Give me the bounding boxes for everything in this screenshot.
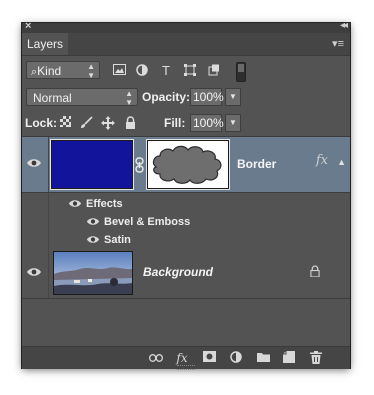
background-thumbnail[interactable] xyxy=(53,251,133,295)
link-icon[interactable] xyxy=(135,157,145,173)
layers-panel: × ◂◂ Layers ▾≡ ⌕Kind ▲ ▼ T Normal ▲ ▼ Op… xyxy=(22,20,350,370)
blend-row: Normal ▲ ▼ Opacity: 100% ▼ xyxy=(22,84,350,110)
layer-thumbnail[interactable] xyxy=(50,139,134,190)
landscape-photo xyxy=(54,252,132,294)
layers-list: Border fx ▲ Effects Bevel & Emboss Satin xyxy=(22,136,350,347)
visibility-column xyxy=(22,137,49,192)
dropdown-arrows-icon: ▲ ▼ xyxy=(125,89,133,107)
blend-mode-dropdown[interactable]: Normal ▲ ▼ xyxy=(26,88,138,107)
layer-name-border[interactable]: Border xyxy=(237,157,276,171)
filter-kind-label: Kind xyxy=(37,64,62,78)
cloud-mask-shape xyxy=(152,145,222,184)
toggle-knob xyxy=(238,64,244,72)
effects-header[interactable]: Effects xyxy=(86,198,123,210)
collapse-panel-icon[interactable]: ◂◂ xyxy=(340,20,348,31)
dropdown-arrows-icon: ▲ ▼ xyxy=(87,62,95,80)
fx-icon[interactable]: fx xyxy=(316,153,328,168)
layer-lock-icon xyxy=(310,265,320,280)
lock-label: Lock: xyxy=(25,116,58,130)
effect-satin[interactable]: Satin xyxy=(104,234,131,246)
filter-row: ⌕Kind ▲ ▼ T xyxy=(22,56,350,84)
trash-icon[interactable] xyxy=(309,351,323,365)
link-layers-icon[interactable] xyxy=(149,351,163,365)
fill-label: Fill: xyxy=(164,116,186,130)
visibility-column xyxy=(22,247,49,298)
layer-mask-thumbnail[interactable] xyxy=(146,139,230,190)
eye-icon[interactable] xyxy=(68,199,86,211)
lock-all-icon[interactable] xyxy=(123,116,137,130)
add-layer-style-icon[interactable]: fx xyxy=(175,351,189,365)
opacity-dropdown-button[interactable]: ▼ xyxy=(225,88,241,106)
opacity-label: Opacity: xyxy=(142,90,191,104)
layer-row-border[interactable]: Border fx ▲ xyxy=(22,137,350,193)
panel-tab-row: Layers ▾≡ xyxy=(22,33,350,56)
filter-toggle-switch[interactable] xyxy=(236,62,246,82)
new-adjustment-layer-icon[interactable] xyxy=(229,351,243,365)
blend-mode-value: Normal xyxy=(33,91,72,105)
panel-titlebar: × ◂◂ xyxy=(22,20,350,33)
type-filter-icon[interactable]: T xyxy=(159,64,173,77)
tab-layers[interactable]: Layers xyxy=(22,33,68,55)
layer-effects-group: Effects Bevel & Emboss Satin xyxy=(22,193,350,247)
move-icon[interactable] xyxy=(101,116,115,130)
close-panel-icon[interactable]: × xyxy=(25,20,31,32)
opacity-field[interactable]: 100% xyxy=(190,88,224,106)
new-layer-icon[interactable] xyxy=(282,351,296,365)
fill-dropdown-button[interactable]: ▼ xyxy=(225,114,241,132)
shape-filter-icon[interactable] xyxy=(183,64,197,77)
lock-row: Lock: Fill: 100% ▼ xyxy=(22,110,350,136)
scroll-up-arrow-icon[interactable]: ▲ xyxy=(337,157,346,167)
filter-kind-dropdown[interactable]: ⌕Kind ▲ ▼ xyxy=(26,61,100,80)
eye-icon[interactable] xyxy=(86,217,104,229)
fill-field[interactable]: 100% xyxy=(190,114,224,132)
lock-transparent-pixels-icon[interactable] xyxy=(58,116,72,130)
eye-icon[interactable] xyxy=(26,158,44,170)
eye-icon[interactable] xyxy=(26,267,44,279)
effect-bevel-emboss[interactable]: Bevel & Emboss xyxy=(104,216,190,228)
brush-icon[interactable] xyxy=(79,116,93,130)
panel-menu-icon[interactable]: ▾≡ xyxy=(332,37,344,50)
image-filter-icon[interactable] xyxy=(112,64,126,77)
adjustment-filter-icon[interactable] xyxy=(135,64,149,77)
panel-resize-grip[interactable] xyxy=(177,365,195,370)
eye-icon[interactable] xyxy=(86,235,104,247)
new-group-folder-icon[interactable] xyxy=(256,351,270,365)
layer-row-background[interactable]: Background xyxy=(22,247,350,299)
add-mask-icon[interactable] xyxy=(202,351,216,365)
visibility-column xyxy=(22,193,49,247)
layer-name-background[interactable]: Background xyxy=(143,265,213,279)
smart-object-filter-icon[interactable] xyxy=(207,64,221,77)
